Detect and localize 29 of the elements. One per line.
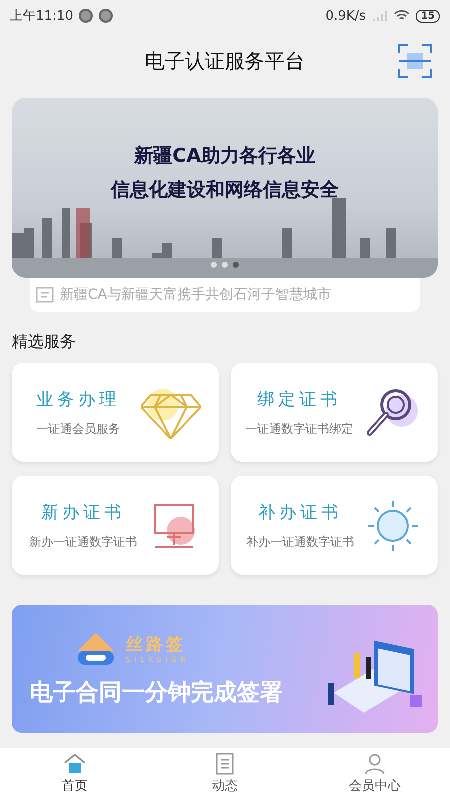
section-title: 精选服务 — [12, 332, 77, 353]
network-speed: 0.9K/s — [326, 8, 366, 24]
user-icon — [364, 753, 386, 775]
sun-icon — [366, 498, 420, 552]
wifi-icon — [394, 10, 410, 22]
page-title: 电子认证服务平台 — [145, 48, 305, 74]
logo-text: 丝路签 — [126, 634, 187, 656]
nav-tab[interactable]: 首页 — [0, 748, 150, 800]
scan-icon[interactable] — [398, 44, 432, 81]
banner-headline: 新疆CA助力各行各业 — [134, 144, 316, 169]
nav-tab[interactable]: 会员中心 — [300, 748, 450, 800]
notification-icon — [79, 9, 94, 23]
news-headline[interactable]: 新疆CA与新疆天富携手共创石河子智慧城市 — [60, 286, 332, 304]
battery-level: 15 — [416, 10, 440, 22]
service-card[interactable]: 绑定证书 一证通数字证书绑定 — [231, 363, 438, 462]
document-icon — [215, 753, 235, 775]
service-card[interactable]: 新办证书 新办一证通数字证书 — [12, 476, 219, 575]
banner-headline: 信息化建设和网络信息安全 — [111, 178, 339, 203]
service-card[interactable]: 业务办理 一证通会员服务 — [12, 363, 219, 462]
news-icon — [36, 286, 54, 304]
home-icon — [63, 753, 87, 775]
nav-tab[interactable]: 动态 — [150, 748, 300, 800]
diamond-icon — [141, 386, 201, 438]
service-card[interactable]: 补办证书 补办一证通数字证书 — [231, 476, 438, 575]
notification-icon — [99, 9, 114, 23]
city-banner[interactable]: 新疆CA助力各行各业 信息化建设和网络信息安全 — [12, 98, 438, 278]
promo-headline: 电子合同一分钟完成签署 — [30, 678, 284, 708]
status-time: 上午11:10 — [10, 8, 74, 25]
signal-icon — [372, 10, 388, 22]
